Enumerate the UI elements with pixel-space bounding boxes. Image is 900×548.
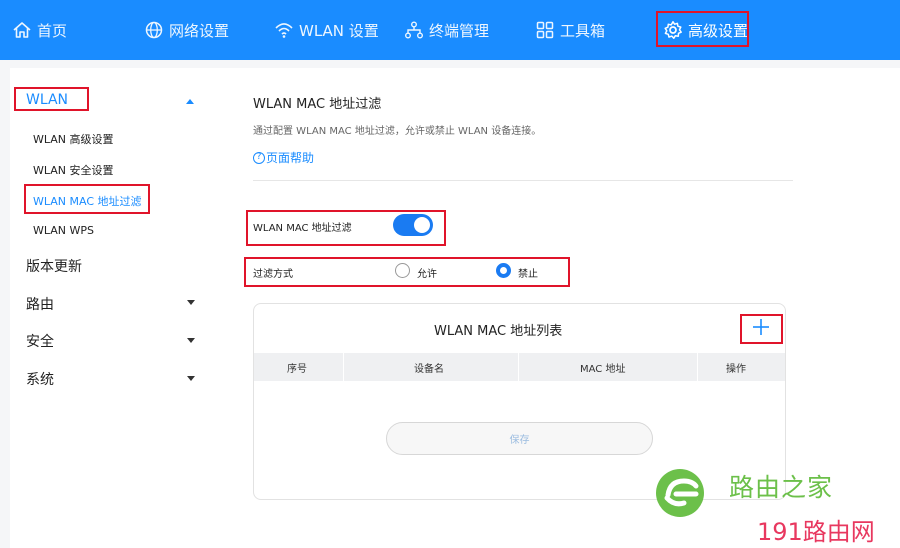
divider [253, 180, 793, 181]
toggle-knob [414, 217, 430, 233]
sidebar-group-version-update[interactable]: 版本更新 [26, 256, 82, 276]
home-icon [12, 20, 32, 40]
column-header-index: 序号 [287, 364, 307, 375]
nav-home-label: 首页 [37, 21, 68, 40]
nav-terminal-management[interactable]: 终端管理 [404, 0, 489, 60]
radio-allow[interactable] [395, 263, 410, 278]
nav-wlan-label: WLAN 设置 [299, 21, 379, 40]
sidebar-item-wlan-mac-filter[interactable]: WLAN MAC 地址过滤 [33, 193, 142, 209]
nav-network-label: 网络设置 [169, 21, 230, 40]
chevron-down-icon[interactable] [187, 300, 195, 305]
page-title: WLAN MAC 地址过滤 [253, 97, 382, 112]
chevron-down-icon[interactable] [187, 376, 195, 381]
chevron-up-icon[interactable] [186, 99, 194, 104]
devices-icon [404, 20, 424, 40]
watermark-site: 191路由网 [757, 518, 875, 546]
table-header [254, 353, 785, 381]
nav-toolbox-label: 工具箱 [560, 21, 606, 40]
nav-toolbox[interactable]: 工具箱 [535, 0, 605, 60]
page-help-link[interactable]: ? 页面帮助 [253, 149, 314, 166]
nav-advanced-settings[interactable]: 高级设置 [663, 0, 748, 60]
gear-icon [663, 20, 683, 40]
add-mac-button[interactable] [751, 317, 771, 337]
column-header-action: 操作 [726, 364, 746, 375]
column-divider [697, 353, 698, 381]
question-icon: ? [253, 151, 265, 164]
nav-home[interactable]: 首页 [12, 0, 67, 60]
page-description: 通过配置 WLAN MAC 地址过滤，允许或禁止 WLAN 设备连接。 [253, 126, 542, 137]
wifi-icon [274, 20, 294, 40]
column-divider [518, 353, 519, 381]
page-help-label: 页面帮助 [266, 151, 315, 165]
mac-filter-toggle[interactable] [393, 214, 433, 236]
sidebar-group-security[interactable]: 安全 [26, 331, 54, 351]
chevron-down-icon[interactable] [187, 338, 195, 343]
nav-advanced-label: 高级设置 [688, 21, 749, 40]
filter-mode-label: 过滤方式 [253, 269, 293, 280]
sidebar-group-routing[interactable]: 路由 [26, 294, 54, 314]
column-header-device-name: 设备名 [414, 364, 444, 375]
radio-deny[interactable] [496, 263, 511, 278]
column-divider [343, 353, 344, 381]
mac-filter-toggle-label: WLAN MAC 地址过滤 [253, 223, 352, 234]
watermark-text: 路由之家 [729, 473, 834, 502]
nav-terminal-label: 终端管理 [429, 21, 490, 40]
sidebar-group-wlan[interactable]: WLAN [26, 92, 68, 108]
nav-wlan-settings[interactable]: WLAN 设置 [274, 0, 379, 60]
mac-list-title: WLAN MAC 地址列表 [434, 324, 563, 339]
nav-network-settings[interactable]: 网络设置 [144, 0, 229, 60]
plus-icon [753, 319, 769, 335]
column-header-mac: MAC 地址 [580, 364, 626, 375]
sidebar-item-wlan-security[interactable]: WLAN 安全设置 [33, 162, 114, 178]
radio-deny-label: 禁止 [518, 269, 538, 280]
radio-allow-label: 允许 [417, 269, 437, 280]
globe-icon [144, 20, 164, 40]
save-button[interactable]: 保存 [386, 422, 653, 455]
watermark-logo [654, 468, 710, 518]
sidebar-group-system[interactable]: 系统 [26, 369, 54, 389]
sidebar-item-wlan-advanced[interactable]: WLAN 高级设置 [33, 131, 114, 147]
toolbox-icon [535, 20, 555, 40]
sidebar-item-wlan-wps[interactable]: WLAN WPS [33, 224, 94, 237]
